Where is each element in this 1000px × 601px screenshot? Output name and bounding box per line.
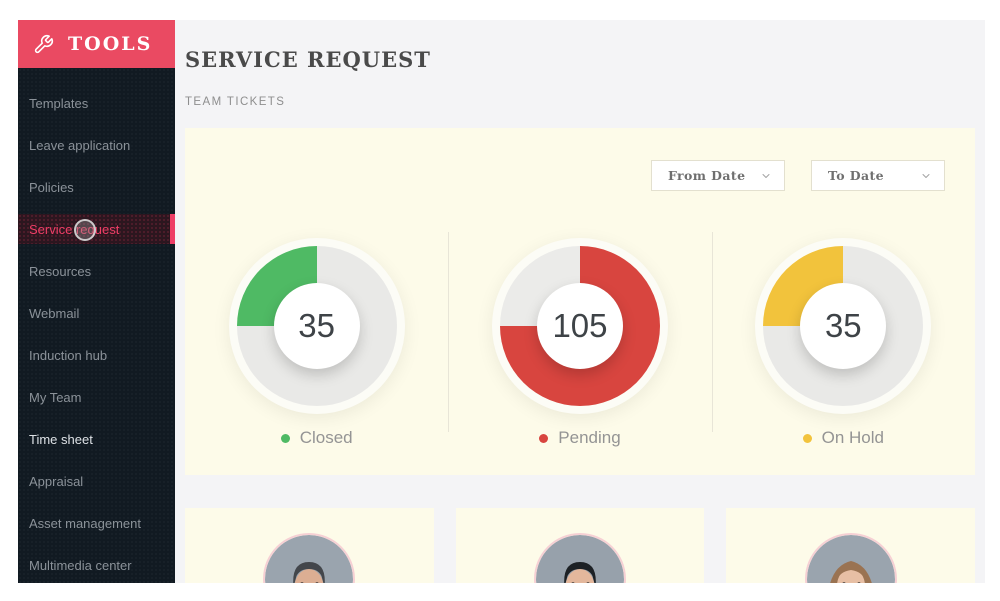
legend-closed: Closed: [281, 428, 353, 448]
donut-center: 35: [274, 283, 360, 369]
sidebar-item-induction-hub[interactable]: Induction hub: [18, 334, 175, 376]
donut-plate: 105: [492, 238, 668, 414]
chevron-down-icon: [920, 170, 932, 182]
man-gray-hair-avatar: [265, 535, 353, 583]
sidebar-item-label: Resources: [29, 264, 91, 279]
legend-dot: [281, 434, 290, 443]
sidebar-item-multimedia-center[interactable]: Multimedia center: [18, 544, 175, 583]
sidebar-item-label: Induction hub: [29, 348, 107, 363]
sidebar-item-resources[interactable]: Resources: [18, 250, 175, 292]
sidebar-item-label: Webmail: [29, 306, 79, 321]
donut-plate: 35: [755, 238, 931, 414]
page-subtitle: TEAM TICKETS: [185, 96, 975, 108]
donut-section-on-hold: 35 On Hold: [712, 238, 975, 448]
donut-chart-row: 35 Closed 105 Pending 35 On Hold: [185, 238, 975, 448]
sidebar-item-label: My Team: [29, 390, 82, 405]
sidebar-item-appraisal[interactable]: Appraisal: [18, 460, 175, 502]
donut-section-pending: 105 Pending: [448, 238, 711, 448]
donut-center: 105: [537, 283, 623, 369]
donut-plate: 35: [229, 238, 405, 414]
sidebar-item-time-sheet[interactable]: Time sheet: [18, 418, 175, 460]
team-member-card[interactable]: [726, 508, 975, 583]
sidebar-item-label: Policies: [29, 180, 74, 195]
legend-dot: [803, 434, 812, 443]
select-label: From Date: [668, 168, 745, 183]
page-title: SERVICE REQUEST: [185, 47, 975, 72]
date-filter-row: From Date To Date: [185, 160, 975, 191]
donut-value: 35: [298, 307, 335, 345]
team-members-row: [185, 508, 975, 583]
donut-chart-pending: 105: [500, 246, 660, 406]
legend-dot: [539, 434, 548, 443]
main-content: SERVICE REQUEST TEAM TICKETS From Date To…: [175, 20, 985, 583]
sidebar-item-label: Leave application: [29, 138, 130, 153]
legend-label: Closed: [300, 428, 353, 448]
man-dark-hair-avatar: [536, 535, 624, 583]
to-date-select[interactable]: To Date: [811, 160, 945, 191]
woman-brown-hair-avatar: [807, 535, 895, 583]
sidebar-item-label: Service request: [29, 222, 119, 237]
sidebar: TOOLS Templates Leave application Policies…: [18, 20, 175, 583]
donut-center: 35: [800, 283, 886, 369]
team-member-card[interactable]: [185, 508, 434, 583]
team-tickets-card: From Date To Date 35 Closed 105 Pending 35 On …: [185, 128, 975, 475]
sidebar-item-my-team[interactable]: My Team: [18, 376, 175, 418]
donut-value: 105: [552, 307, 607, 345]
sidebar-item-webmail[interactable]: Webmail: [18, 292, 175, 334]
team-member-card[interactable]: [456, 508, 705, 583]
sidebar-menu: Templates Leave application Policies Servic…: [18, 68, 175, 583]
legend-label: On Hold: [822, 428, 884, 448]
wrench-icon: [33, 34, 54, 55]
sidebar-item-label: Appraisal: [29, 474, 83, 489]
sidebar-item-templates[interactable]: Templates: [18, 82, 175, 124]
donut-value: 35: [825, 307, 862, 345]
from-date-select[interactable]: From Date: [651, 160, 785, 191]
sidebar-item-label: Time sheet: [29, 432, 93, 447]
app-window: TOOLS Templates Leave application Policies…: [18, 20, 985, 583]
sidebar-item-service-request[interactable]: Service request: [18, 214, 175, 244]
select-label: To Date: [828, 168, 884, 183]
legend-label: Pending: [558, 428, 620, 448]
legend-pending: Pending: [539, 428, 620, 448]
chevron-down-icon: [760, 170, 772, 182]
legend-on-hold: On Hold: [803, 428, 884, 448]
sidebar-item-leave-application[interactable]: Leave application: [18, 124, 175, 166]
donut-chart-closed: 35: [237, 246, 397, 406]
sidebar-item-policies[interactable]: Policies: [18, 166, 175, 208]
sidebar-item-label: Multimedia center: [29, 558, 132, 573]
sidebar-header: TOOLS: [18, 20, 175, 68]
sidebar-title: TOOLS: [68, 33, 152, 55]
donut-chart-on-hold: 35: [763, 246, 923, 406]
sidebar-item-label: Asset management: [29, 516, 141, 531]
sidebar-item-label: Templates: [29, 96, 88, 111]
donut-section-closed: 35 Closed: [185, 238, 448, 448]
sidebar-item-asset-management[interactable]: Asset management: [18, 502, 175, 544]
